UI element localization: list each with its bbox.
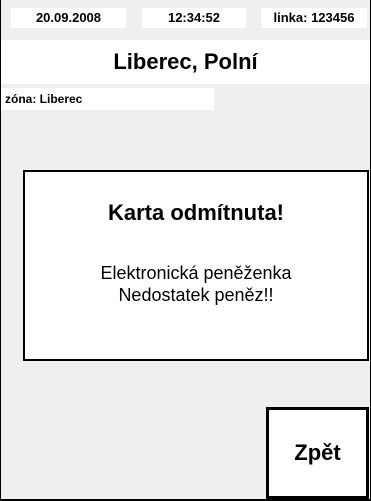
- error-detail-wallet: Elektronická peněženka: [100, 263, 292, 283]
- date-display: 20.09.2008: [11, 8, 126, 28]
- line-number-display: linka: 123456: [261, 8, 367, 28]
- screen-frame: 20.09.2008 12:34:52 linka: 123456 Libere…: [0, 0, 371, 500]
- error-detail-funds: Nedostatek peněz!!: [118, 285, 274, 305]
- back-button[interactable]: Zpět: [266, 407, 369, 499]
- zone-label: zóna: Liberec: [1, 88, 214, 110]
- time-display: 12:34:52: [142, 8, 246, 28]
- error-title: Karta odmítnuta!: [108, 200, 284, 225]
- error-dialog: Karta odmítnuta! Elektronická peněženka …: [23, 170, 369, 361]
- stop-name: Liberec, Polní: [1, 40, 370, 84]
- status-bar: 20.09.2008 12:34:52 linka: 123456: [1, 0, 370, 36]
